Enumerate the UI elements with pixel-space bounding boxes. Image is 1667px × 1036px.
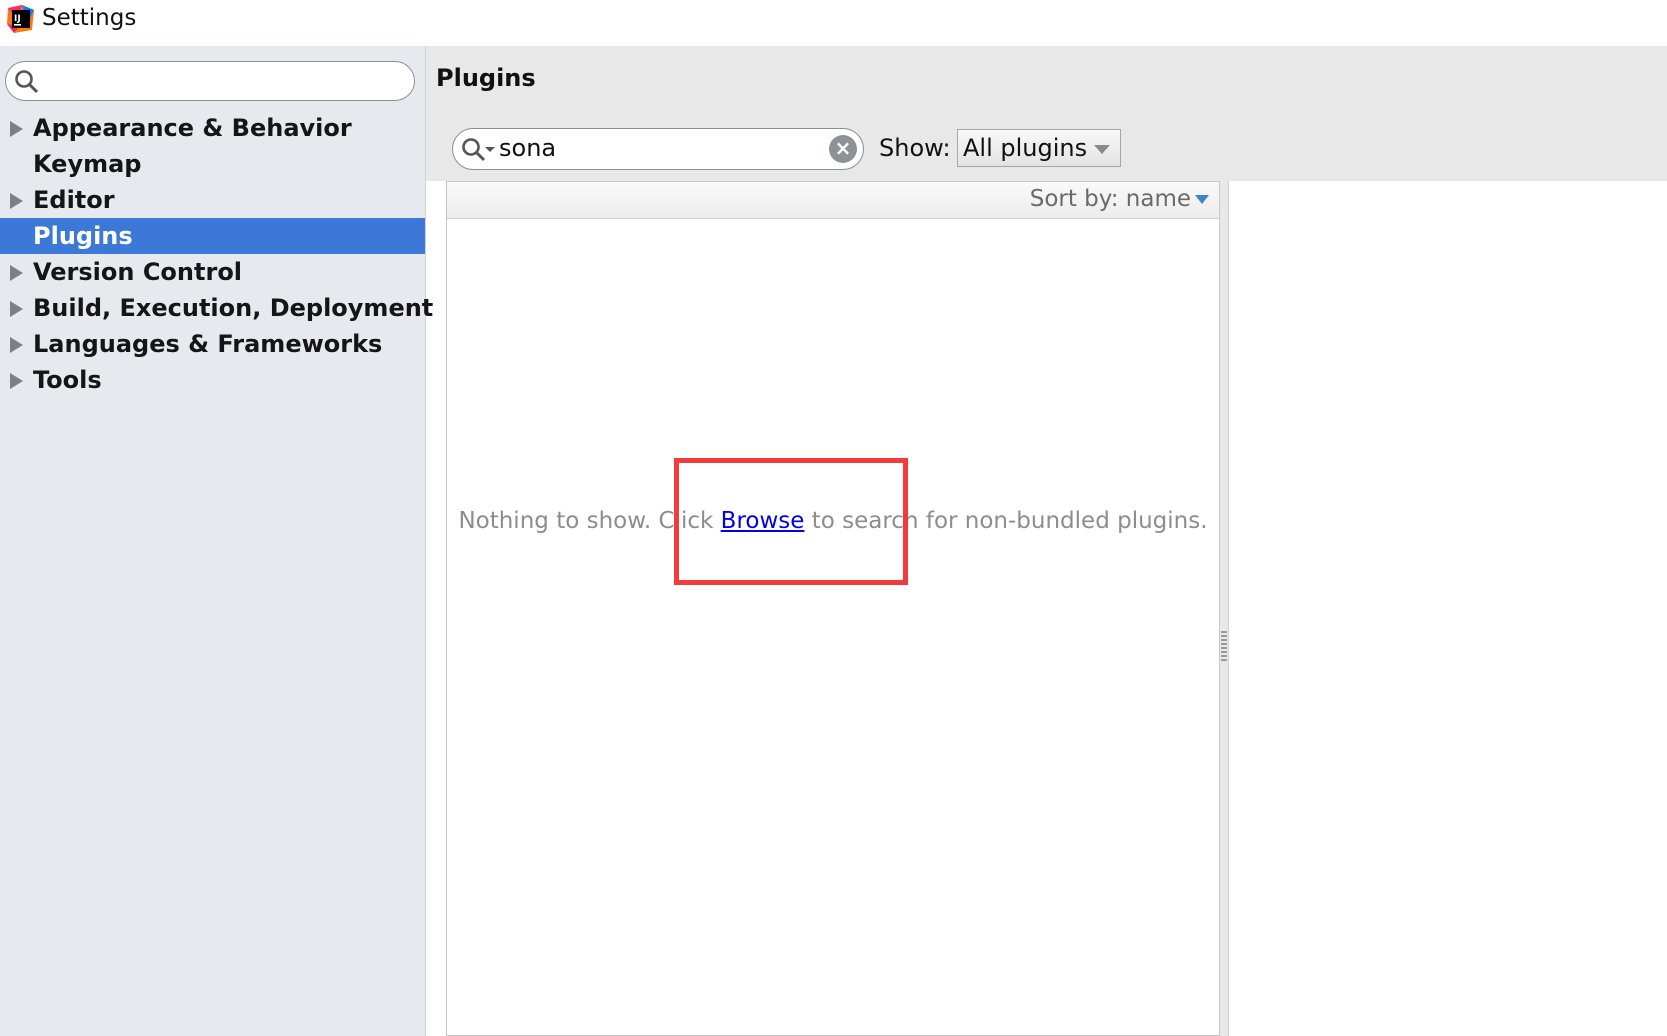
- settings-search-input[interactable]: [5, 61, 415, 101]
- search-icon: [15, 70, 39, 94]
- expand-arrow-icon[interactable]: [10, 265, 23, 281]
- sidebar-item-languages-frameworks[interactable]: Languages & Frameworks: [0, 326, 425, 362]
- sort-by-button[interactable]: Sort by: name: [1030, 186, 1191, 212]
- settings-sidebar: Appearance & Behavior Keymap Editor Plug…: [0, 46, 433, 1036]
- sidebar-item-label: Build, Execution, Deployment: [33, 294, 434, 322]
- intellij-logo-icon: IJ: [7, 5, 34, 33]
- sidebar-item-plugins[interactable]: Plugins: [0, 218, 425, 254]
- show-label: Show:: [879, 134, 951, 162]
- plugin-detail-panel: [1228, 181, 1667, 1036]
- plugins-header: Plugins sona × Show: All plugins: [426, 46, 1667, 181]
- sidebar-item-label: Version Control: [33, 258, 243, 286]
- sidebar-item-label: Editor: [33, 186, 115, 214]
- sidebar-item-appearance-behavior[interactable]: Appearance & Behavior: [0, 110, 425, 146]
- chevron-down-icon: [1094, 145, 1110, 154]
- settings-tree: Appearance & Behavior Keymap Editor Plug…: [0, 110, 433, 398]
- page-title: Plugins: [436, 64, 536, 92]
- expand-arrow-icon[interactable]: [10, 121, 23, 137]
- search-history-icon[interactable]: [461, 137, 499, 163]
- sidebar-item-label: Tools: [33, 366, 102, 394]
- splitter-grip-icon[interactable]: [1221, 631, 1227, 661]
- expand-arrow-icon[interactable]: [10, 193, 23, 209]
- expand-arrow-icon[interactable]: [10, 301, 23, 317]
- plugin-search-value: sona: [499, 134, 557, 162]
- sidebar-item-editor[interactable]: Editor: [0, 182, 425, 218]
- show-filter-dropdown[interactable]: All plugins: [957, 129, 1121, 167]
- sidebar-item-build-execution-deployment[interactable]: Build, Execution, Deployment: [0, 290, 433, 326]
- sort-bar: Sort by: name: [447, 182, 1219, 219]
- title-bar: IJ Settings: [0, 0, 1667, 46]
- sidebar-item-label: Languages & Frameworks: [33, 330, 383, 358]
- clear-search-icon[interactable]: ×: [829, 135, 857, 163]
- expand-arrow-icon[interactable]: [10, 373, 23, 389]
- sidebar-item-keymap[interactable]: Keymap: [0, 146, 425, 182]
- window-title: Settings: [42, 5, 137, 31]
- sidebar-item-label: Appearance & Behavior: [33, 114, 352, 142]
- sort-caret-icon[interactable]: [1195, 195, 1209, 204]
- sidebar-item-label: Plugins: [33, 222, 133, 250]
- svg-text:IJ: IJ: [14, 14, 21, 24]
- panel-splitter[interactable]: [1220, 181, 1228, 1036]
- plugin-search-input[interactable]: sona ×: [452, 128, 864, 170]
- sidebar-item-label: Keymap: [33, 150, 142, 178]
- sidebar-item-version-control[interactable]: Version Control: [0, 254, 425, 290]
- sidebar-item-tools[interactable]: Tools: [0, 362, 425, 398]
- show-filter-value: All plugins: [963, 134, 1088, 162]
- expand-arrow-icon[interactable]: [10, 337, 23, 353]
- plugin-list-panel: Sort by: name Nothing to show. Click Bro…: [446, 181, 1220, 1036]
- highlight-annotation-box: [674, 458, 908, 585]
